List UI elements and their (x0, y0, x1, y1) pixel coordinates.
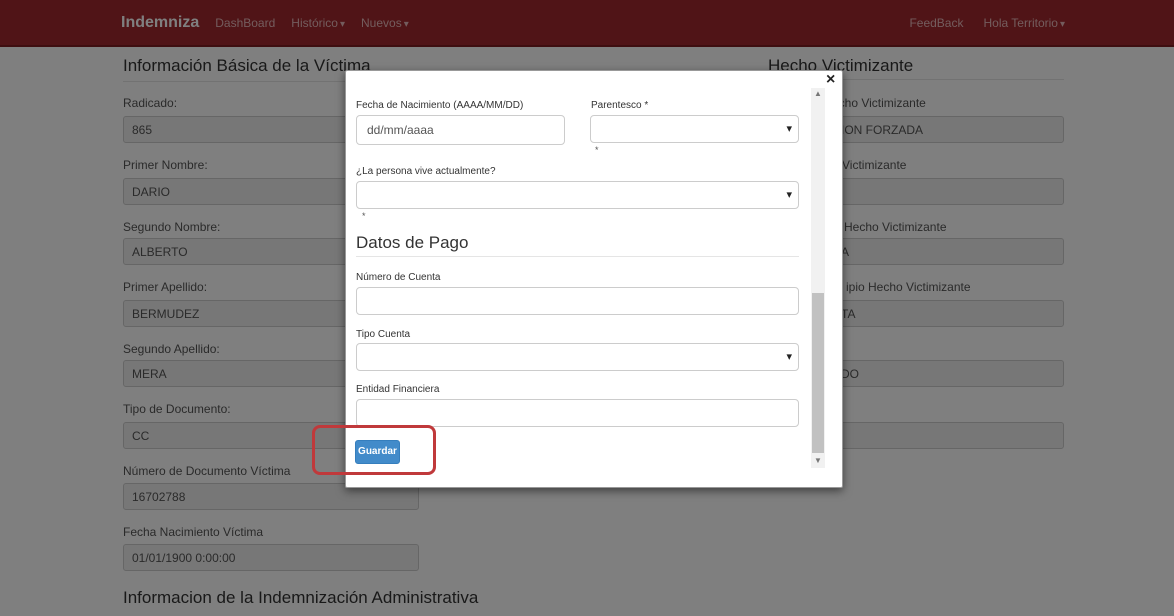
numero-cuenta-label: Número de Cuenta (356, 272, 441, 283)
scroll-up-icon[interactable]: ▲ (814, 89, 822, 98)
datos-pago-heading: Datos de Pago (356, 233, 469, 252)
scroll-down-icon[interactable]: ▼ (814, 456, 822, 465)
vive-select[interactable] (356, 181, 799, 209)
fecha-nacimiento-input[interactable]: dd/mm/aaaa (356, 115, 565, 145)
highlight-box (312, 425, 436, 475)
modal-scrollbar[interactable]: ▲ ▼ (811, 88, 825, 468)
fecha-nacimiento-label: Fecha de Nacimiento (AAAA/MM/DD) (356, 100, 524, 111)
entidad-financiera-label: Entidad Financiera (356, 384, 440, 395)
divider (356, 256, 799, 257)
tipo-cuenta-label: Tipo Cuenta (356, 329, 411, 340)
tipo-cuenta-select[interactable] (356, 343, 799, 371)
required-mark: * (362, 211, 366, 221)
required-mark: * (595, 145, 599, 155)
scroll-thumb[interactable] (812, 293, 824, 453)
entidad-financiera-input[interactable] (356, 399, 799, 427)
vive-label: ¿La persona vive actualmente? (356, 166, 496, 177)
parentesco-label: Parentesco * (591, 100, 649, 111)
close-icon[interactable]: × (826, 72, 835, 88)
numero-cuenta-input[interactable] (356, 287, 799, 315)
parentesco-select[interactable] (590, 115, 799, 143)
